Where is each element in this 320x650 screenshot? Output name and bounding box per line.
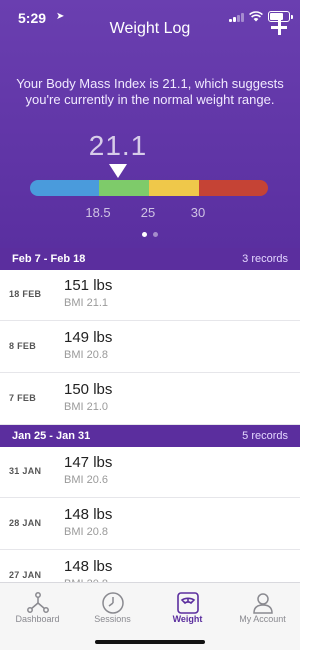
tab-label: Sessions (94, 614, 131, 624)
record-weight: 148 lbs (64, 506, 113, 523)
record-date: 7 FEB (9, 393, 37, 403)
section-record-count: 3 records (242, 253, 288, 265)
tab-label: Dashboard (15, 614, 60, 624)
section-record-count: 5 records (242, 430, 288, 442)
bmi-tick-label: 30 (190, 205, 206, 220)
record-bmi: BMI 20.6 (64, 474, 109, 486)
scale-icon (177, 592, 199, 614)
bmi-scale-overweight (149, 180, 199, 196)
clock-icon (102, 592, 124, 614)
header-panel: 5:29 ➤ Weight Log Your Body Mass Index i… (0, 0, 300, 248)
page-title: Weight Log (109, 20, 191, 37)
record-weight: 148 lbs (64, 558, 113, 575)
bmi-tick-label: 18.5 (85, 205, 111, 220)
record-weight: 151 lbs (64, 277, 113, 294)
list-item[interactable]: 8 FEB 149 lbs BMI 20.8 (0, 322, 300, 373)
section-date-range: Feb 7 - Feb 18 (12, 253, 86, 265)
section-date-range: Jan 25 - Jan 31 (12, 430, 91, 442)
list-item[interactable]: 18 FEB 151 lbs BMI 21.1 (0, 270, 300, 321)
record-bmi: BMI 21.0 (64, 401, 109, 413)
bmi-value: 21.1 (88, 130, 148, 161)
record-weight: 150 lbs (64, 381, 113, 398)
bmi-scale-bar (30, 180, 268, 196)
list-item[interactable]: 7 FEB 150 lbs BMI 21.0 (0, 374, 300, 425)
section-header: Jan 25 - Jan 31 5 records (0, 425, 300, 447)
record-weight: 147 lbs (64, 454, 113, 471)
bmi-scale-obese (199, 180, 268, 196)
tab-label: Weight (172, 614, 203, 624)
record-date: 31 JAN (9, 466, 42, 476)
bmi-scale-normal (99, 180, 149, 196)
bmi-tick-label: 25 (140, 205, 156, 220)
home-indicator (95, 640, 205, 644)
tab-label: My Account (239, 614, 286, 624)
page-dot-active[interactable] (142, 232, 147, 237)
section-header: Feb 7 - Feb 18 3 records (0, 248, 300, 270)
bmi-summary-text: Your Body Mass Index is 21.1, which sugg… (16, 76, 284, 107)
page-indicator[interactable] (0, 232, 300, 237)
bmi-marker-icon (109, 164, 127, 178)
record-bmi: BMI 20.8 (64, 349, 109, 361)
record-date: 8 FEB (9, 341, 37, 351)
person-icon (253, 593, 273, 614)
tab-dashboard[interactable]: Dashboard (0, 583, 75, 650)
record-date: 28 JAN (9, 518, 42, 528)
record-bmi: BMI 20.8 (64, 526, 109, 538)
dashboard-nodes-icon (27, 592, 49, 613)
list-item[interactable]: 31 JAN 147 lbs BMI 20.6 (0, 447, 300, 498)
page-dot[interactable] (153, 232, 158, 237)
tab-my-account[interactable]: My Account (225, 583, 300, 650)
record-weight: 149 lbs (64, 329, 113, 346)
record-date: 18 FEB (9, 289, 42, 299)
add-record-button[interactable] (268, 16, 290, 38)
record-bmi: BMI 21.1 (64, 297, 109, 309)
bmi-scale-underweight (30, 180, 99, 196)
list-item[interactable]: 28 JAN 148 lbs BMI 20.8 (0, 499, 300, 550)
record-date: 27 JAN (9, 570, 42, 580)
